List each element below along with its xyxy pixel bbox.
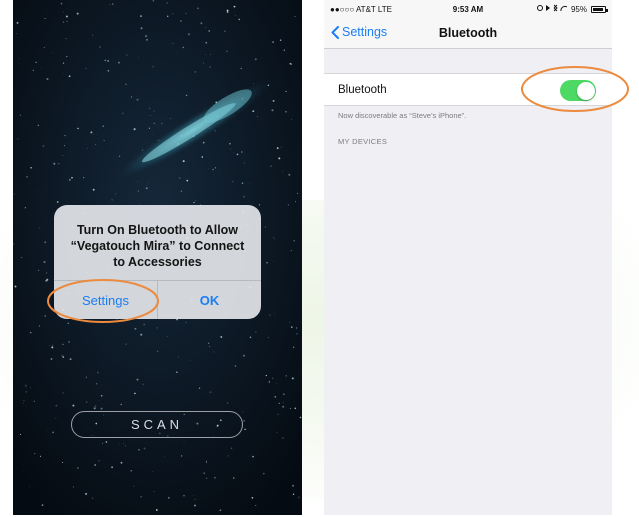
bluetooth-permission-alert: Turn On Bluetooth to Allow “Vegatouch Mi… <box>54 205 261 319</box>
status-bar: ●●○○○ AT&T LTE 9:53 AM 95% <box>324 0 612 18</box>
settings-button[interactable]: Settings <box>54 281 157 319</box>
ios-settings-screen: ●●○○○ AT&T LTE 9:53 AM 95% Settings Blue… <box>324 0 612 515</box>
discoverable-text: Now discoverable as “Steve’s iPhone”. <box>338 111 467 120</box>
page-title: Bluetooth <box>438 26 498 40</box>
alert-title: Turn On Bluetooth to Allow “Vegatouch Mi… <box>70 223 245 269</box>
battery-percent: 95% <box>570 4 587 14</box>
bluetooth-row: Bluetooth <box>324 73 612 106</box>
status-right-cluster: 95% <box>536 4 608 14</box>
my-devices-header: MY DEVICES <box>338 137 388 146</box>
location-bluetooth-icons <box>536 4 568 12</box>
status-icons <box>536 4 568 14</box>
app-screen: Turn On Bluetooth to Allow “Vegatouch Mi… <box>13 0 302 515</box>
alert-button-row: Settings OK <box>54 280 261 319</box>
ok-button[interactable]: OK <box>158 281 261 319</box>
scan-button[interactable]: SCAN <box>71 411 243 438</box>
bluetooth-row-label: Bluetooth <box>338 84 387 96</box>
screenshot-comparison: Turn On Bluetooth to Allow “Vegatouch Mi… <box>0 0 639 517</box>
navigation-bar: Settings Bluetooth <box>324 18 612 49</box>
bluetooth-toggle[interactable] <box>560 80 596 101</box>
toggle-knob <box>576 81 595 100</box>
battery-icon <box>591 5 608 13</box>
